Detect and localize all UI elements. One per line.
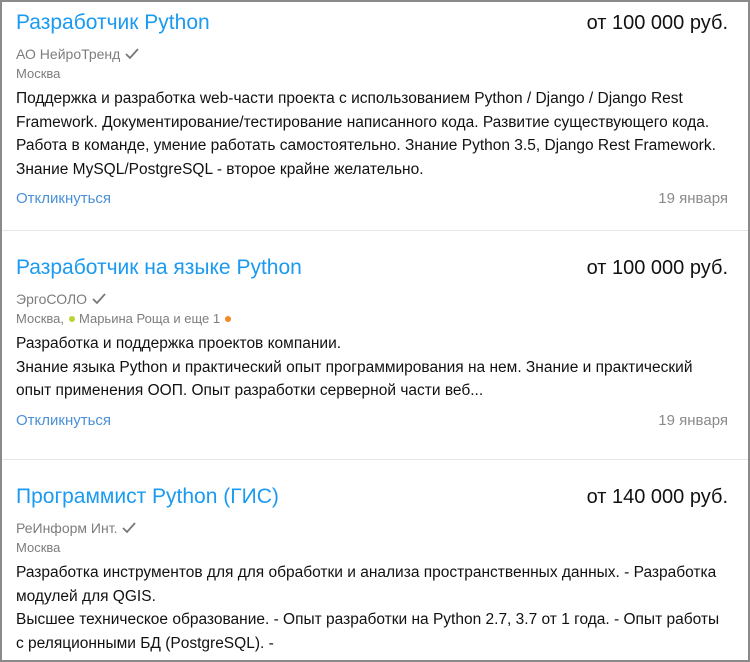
vacancy-footer: Откликнуться 19 января bbox=[16, 190, 728, 207]
vacancy-header: Разработчик Python от 100 000 руб. bbox=[16, 9, 728, 37]
location-row: Москва bbox=[16, 539, 728, 557]
description-paragraph: Разработка и поддержка проектов компании… bbox=[16, 335, 342, 352]
vacancy-header: Разработчик на языке Python от 100 000 р… bbox=[16, 254, 728, 282]
vacancy-title-link[interactable]: Разработчик на языке Python bbox=[16, 254, 302, 282]
publish-date: 19 января bbox=[658, 190, 728, 207]
company-row: РеИнформ Инт. bbox=[16, 519, 728, 537]
salary: от 100 000 руб. bbox=[586, 257, 728, 279]
vacancy-list: Разработчик Python от 100 000 руб. АО Не… bbox=[0, 0, 750, 662]
location-row: Москва, Марьина Роща и еще 1 bbox=[16, 310, 728, 328]
company-row: АО НейроТренд bbox=[16, 45, 728, 63]
company-row: ЭргоСОЛО bbox=[16, 290, 728, 308]
location-row: Москва bbox=[16, 65, 728, 83]
vacancy-footer: Откликнуться 19 января bbox=[16, 412, 728, 429]
vacancy-header: Программист Python (ГИС) от 140 000 руб. bbox=[16, 483, 728, 511]
company-name[interactable]: РеИнформ Инт. bbox=[16, 519, 117, 537]
company-name[interactable]: АО НейроТренд bbox=[16, 45, 120, 63]
description-paragraph: Высшее техническое образование. - Опыт р… bbox=[16, 611, 720, 652]
metro-line-dot-icon bbox=[69, 316, 75, 322]
metro-line-dot-icon bbox=[225, 316, 232, 322]
verified-check-icon bbox=[122, 522, 137, 534]
vacancy-description: Разработка инструментов для для обработк… bbox=[16, 561, 728, 655]
vacancy-card: Разработчик Python от 100 000 руб. АО Не… bbox=[2, 2, 748, 230]
city: Москва bbox=[16, 66, 61, 81]
metro-station: Марьина Роща и еще 1 bbox=[79, 311, 221, 326]
city: Москва bbox=[16, 540, 61, 555]
vacancy-title-link[interactable]: Разработчик Python bbox=[16, 9, 210, 37]
respond-button[interactable]: Откликнуться bbox=[16, 412, 111, 429]
vacancy-description: Поддержка и разработка web-части проекта… bbox=[16, 87, 728, 181]
verified-check-icon bbox=[92, 293, 106, 305]
vacancy-card: Программист Python (ГИС) от 140 000 руб.… bbox=[2, 459, 748, 655]
salary: от 140 000 руб. bbox=[586, 486, 728, 508]
description-paragraph: Знание языка Python и практический опыт … bbox=[16, 358, 693, 400]
description-paragraph: Разработка инструментов для для обработк… bbox=[16, 564, 717, 605]
vacancy-card: Разработчик на языке Python от 100 000 р… bbox=[2, 230, 748, 459]
vacancy-description: Разработка и поддержка проектов компании… bbox=[16, 332, 728, 403]
vacancy-title-link[interactable]: Программист Python (ГИС) bbox=[16, 483, 279, 511]
respond-button[interactable]: Откликнуться bbox=[16, 190, 111, 207]
city: Москва, bbox=[16, 311, 64, 326]
description-paragraph: Поддержка и разработка web-части проекта… bbox=[16, 90, 716, 178]
publish-date: 19 января bbox=[658, 411, 728, 429]
verified-check-icon bbox=[125, 48, 140, 60]
company-name[interactable]: ЭргоСОЛО bbox=[16, 290, 87, 308]
salary: от 100 000 руб. bbox=[586, 12, 728, 34]
